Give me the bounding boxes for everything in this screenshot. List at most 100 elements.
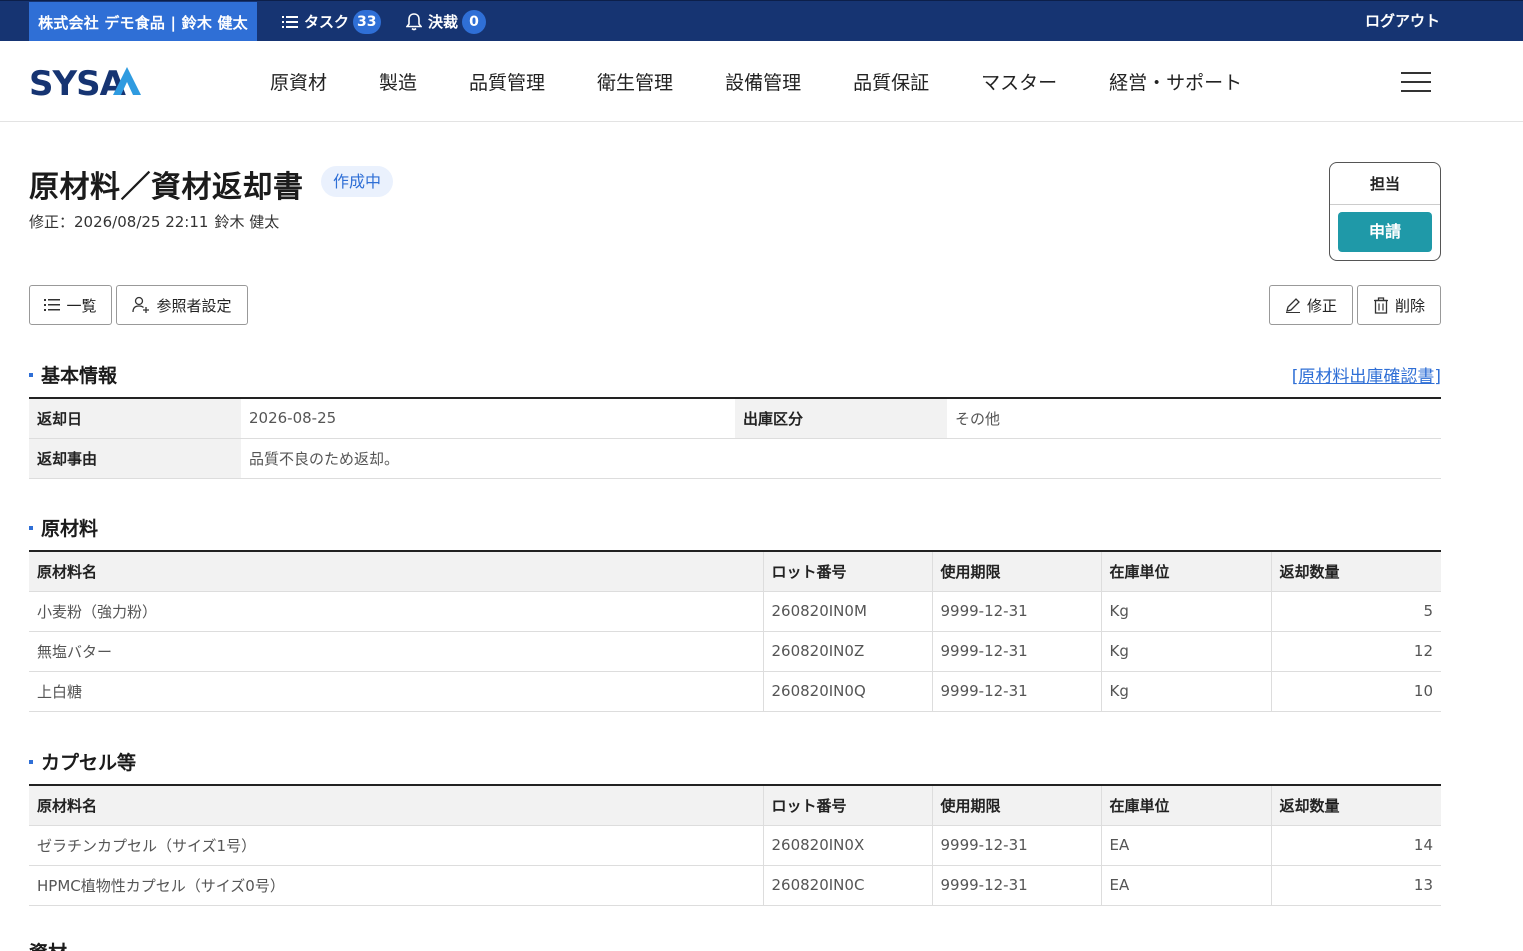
shipment-confirmation-link[interactable]: [原材料出庫確認書] xyxy=(1292,362,1441,387)
material-name: 上白糖 xyxy=(29,671,764,712)
column-header: 在庫単位 xyxy=(1101,785,1272,826)
lot-number: 260820IN0C xyxy=(763,865,933,906)
return-quantity: 14 xyxy=(1271,825,1441,866)
category-value: その他 xyxy=(947,398,1441,439)
expiry-date: 9999-12-31 xyxy=(932,825,1102,866)
apply-button[interactable]: 申請 xyxy=(1338,212,1432,252)
page-title: 原材料／資材返却書 xyxy=(29,170,304,205)
column-header: 返却数量 xyxy=(1271,785,1441,826)
expiry-date: 9999-12-31 xyxy=(932,865,1102,906)
return-reason-label: 返却事由 xyxy=(29,438,241,479)
trash-icon xyxy=(1373,296,1389,314)
section-capsules-title: カプセル等 xyxy=(41,752,137,774)
edit-button[interactable]: 修正 xyxy=(1269,285,1353,325)
column-header: 使用期限 xyxy=(932,551,1102,592)
nav-item-manufacturing[interactable]: 製造 xyxy=(353,68,443,95)
table-row: HPMC植物性カプセル（サイズ0号） 260820IN0C 9999-12-31… xyxy=(29,865,1441,906)
tasks-label: タスク xyxy=(304,13,350,31)
return-quantity: 5 xyxy=(1271,591,1441,632)
stock-unit: EA xyxy=(1101,865,1272,906)
table-header-row: 原材料名 ロット番号 使用期限 在庫単位 返却数量 xyxy=(29,551,1441,592)
table-row: 無塩バター 260820IN0Z 9999-12-31 Kg 12 xyxy=(29,631,1441,672)
modified-user: 鈴木 健太 xyxy=(214,213,280,231)
stock-unit: Kg xyxy=(1101,591,1272,632)
table-row: 返却事由 品質不良のため返却。 xyxy=(29,438,1441,479)
section-raw-materials-title: 原材料 xyxy=(41,518,99,540)
list-button-label: 一覧 xyxy=(66,296,97,315)
column-header: 原材料名 xyxy=(29,785,764,826)
nav-item-quality-control[interactable]: 品質管理 xyxy=(443,68,571,95)
nav-item-raw-materials[interactable]: 原資材 xyxy=(244,68,353,95)
return-reason-value: 品質不良のため返却。 xyxy=(241,438,1441,479)
raw-materials-table: 原材料名 ロット番号 使用期限 在庫単位 返却数量 小麦粉（強力粉） 26082… xyxy=(29,550,1441,712)
return-date-label: 返却日 xyxy=(29,398,241,439)
edit-button-label: 修正 xyxy=(1306,296,1337,315)
column-header: 返却数量 xyxy=(1271,551,1441,592)
category-label: 出庫区分 xyxy=(735,398,947,439)
nav-item-master[interactable]: マスター xyxy=(955,68,1083,95)
material-name: HPMC植物性カプセル（サイズ0号） xyxy=(29,865,764,906)
section-raw-materials: 原材料 xyxy=(29,514,98,541)
logout-link[interactable]: ログアウト xyxy=(1365,1,1440,42)
sysa-logo[interactable]: SYSA xyxy=(29,64,144,104)
lot-number: 260820IN0Z xyxy=(763,631,933,672)
bell-icon xyxy=(406,12,422,31)
return-quantity: 10 xyxy=(1271,671,1441,712)
section-materials-partial: 資材 xyxy=(29,938,67,951)
section-marker xyxy=(29,759,33,764)
table-row: 返却日 2026-08-25 出庫区分 その他 xyxy=(29,398,1441,439)
list-button[interactable]: 一覧 xyxy=(29,285,112,325)
approvals-label: 決裁 xyxy=(428,13,459,31)
tasks-link[interactable]: タスク 33 xyxy=(282,1,381,42)
stock-unit: Kg xyxy=(1101,671,1272,712)
basic-info-table: 返却日 2026-08-25 出庫区分 その他 返却事由 品質不良のため返却。 xyxy=(29,397,1441,479)
modified-info: 修正：2026/08/25 22:11 鈴木 健太 xyxy=(29,211,285,232)
list-icon xyxy=(282,15,298,29)
expiry-date: 9999-12-31 xyxy=(932,671,1102,712)
section-marker xyxy=(29,372,33,377)
column-header: 原材料名 xyxy=(29,551,764,592)
status-badge: 作成中 xyxy=(321,166,394,197)
company-user-label: 株式会社 デモ食品 | 鈴木 健太 xyxy=(29,2,257,42)
stock-unit: EA xyxy=(1101,825,1272,866)
top-bar: 株式会社 デモ食品 | 鈴木 健太 タスク 33 決裁 0 ログアウト xyxy=(0,0,1523,42)
nav-item-quality-assurance[interactable]: 品質保証 xyxy=(827,68,955,95)
approval-role-label: 担当 xyxy=(1330,163,1440,205)
tasks-count-badge: 33 xyxy=(353,9,381,34)
delete-button[interactable]: 削除 xyxy=(1357,285,1441,325)
approvals-link[interactable]: 決裁 0 xyxy=(406,1,487,42)
table-header-row: 原材料名 ロット番号 使用期限 在庫単位 返却数量 xyxy=(29,785,1441,826)
return-date-value: 2026-08-25 xyxy=(241,398,735,439)
material-name: ゼラチンカプセル（サイズ1号） xyxy=(29,825,764,866)
table-row: 小麦粉（強力粉） 260820IN0M 9999-12-31 Kg 5 xyxy=(29,591,1441,632)
column-header: 使用期限 xyxy=(932,785,1102,826)
table-row: ゼラチンカプセル（サイズ1号） 260820IN0X 9999-12-31 EA… xyxy=(29,825,1441,866)
section-capsules: カプセル等 xyxy=(29,748,136,775)
expiry-date: 9999-12-31 xyxy=(932,631,1102,672)
column-header: ロット番号 xyxy=(763,785,933,826)
modified-datetime: 修正：2026/08/25 22:11 xyxy=(29,213,209,231)
reference-settings-button[interactable]: 参照者設定 xyxy=(116,285,248,325)
material-name: 無塩バター xyxy=(29,631,764,672)
pencil-icon xyxy=(1285,297,1301,313)
hamburger-menu-icon[interactable] xyxy=(1401,72,1431,92)
section-marker xyxy=(29,525,33,530)
delete-button-label: 削除 xyxy=(1394,296,1425,315)
nav-item-hygiene[interactable]: 衛生管理 xyxy=(571,68,699,95)
section-basic-info-title: 基本情報 xyxy=(41,365,118,387)
lot-number: 260820IN0X xyxy=(763,825,933,866)
lot-number: 260820IN0Q xyxy=(763,671,933,712)
section-basic-info: 基本情報 xyxy=(29,361,117,388)
main-nav: 原資材 製造 品質管理 衛生管理 設備管理 品質保証 マスター 経営・サポート xyxy=(244,41,1268,122)
column-header: 在庫単位 xyxy=(1101,551,1272,592)
nav-item-equipment[interactable]: 設備管理 xyxy=(699,68,827,95)
add-user-icon xyxy=(132,296,150,314)
expiry-date: 9999-12-31 xyxy=(932,591,1102,632)
table-row: 上白糖 260820IN0Q 9999-12-31 Kg 10 xyxy=(29,671,1441,712)
column-header: ロット番号 xyxy=(763,551,933,592)
return-quantity: 13 xyxy=(1271,865,1441,906)
svg-text:SYSA: SYSA xyxy=(29,65,127,97)
lot-number: 260820IN0M xyxy=(763,591,933,632)
nav-item-management[interactable]: 経営・サポート xyxy=(1083,68,1268,95)
stock-unit: Kg xyxy=(1101,631,1272,672)
